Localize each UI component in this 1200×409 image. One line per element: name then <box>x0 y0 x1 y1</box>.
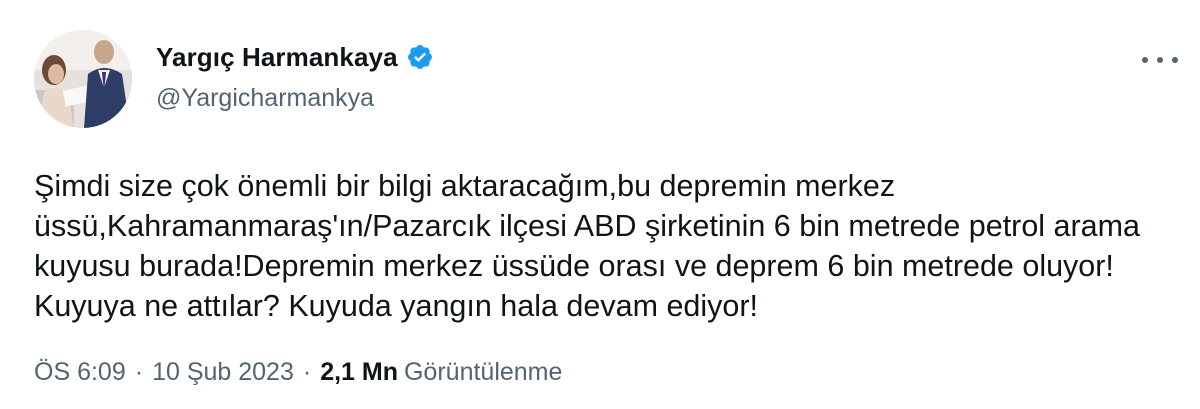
verified-badge-icon <box>406 43 434 71</box>
tweet-card: Yargıç Harmankaya @Yargicharmankya Şimdi… <box>0 0 1200 409</box>
separator: · <box>302 358 312 386</box>
tweet-date[interactable]: 10 Şub 2023 <box>152 358 294 387</box>
views-label: Görüntülenme <box>403 358 563 386</box>
avatar[interactable] <box>34 30 132 128</box>
more-options-icon[interactable] <box>1142 50 1178 70</box>
author-name-row: Yargıç Harmankaya <box>156 40 434 74</box>
more-dot <box>1142 57 1148 63</box>
author-handle[interactable]: @Yargicharmankya <box>156 84 374 113</box>
more-dot <box>1157 57 1163 63</box>
separator: · <box>134 358 144 386</box>
more-dot <box>1172 57 1178 63</box>
tweet-time[interactable]: ÖS 6:09 <box>34 358 126 387</box>
tweet-metadata: ÖS 6:09 · 10 Şub 2023 · 2,1 Mn Görüntüle… <box>34 358 562 387</box>
avatar-photo <box>34 30 132 128</box>
tweet-text: Şimdi size çok önemli bir bilgi aktaraca… <box>34 169 1149 323</box>
views-count[interactable]: 2,1 Mn <box>320 358 398 387</box>
author-display-name[interactable]: Yargıç Harmankaya <box>156 42 398 73</box>
